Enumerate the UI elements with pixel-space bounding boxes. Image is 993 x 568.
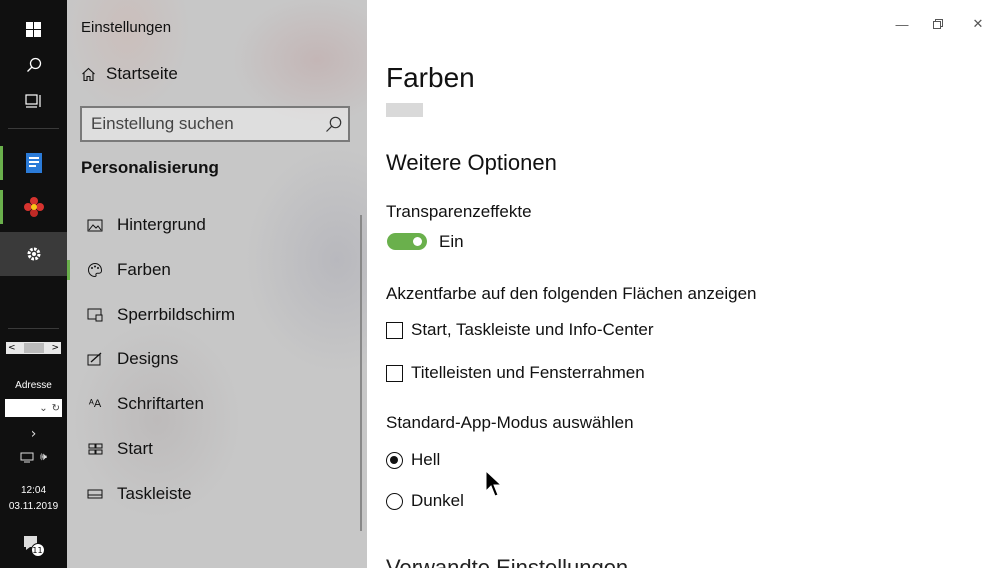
taskbar-app-flower[interactable] xyxy=(0,190,67,224)
checkbox-titlebars[interactable]: Titelleisten und Fensterrahmen xyxy=(386,363,645,383)
taskbar-app-document[interactable] xyxy=(0,146,67,180)
color-swatch[interactable] xyxy=(386,103,423,117)
checkbox-label: Titelleisten und Fensterrahmen xyxy=(411,363,645,382)
sidebar-item-farben[interactable]: Farben xyxy=(67,254,357,286)
font-icon: ᴬA xyxy=(88,398,102,410)
search-placeholder: Einstellung suchen xyxy=(91,114,234,133)
scroll-right-icon[interactable]: > xyxy=(51,343,59,353)
clock-time[interactable]: 12:04 xyxy=(0,483,67,497)
taskbar-icon xyxy=(87,489,103,499)
sidebar-item-designs[interactable]: Designs xyxy=(67,343,357,375)
sidebar-item-start[interactable]: Start xyxy=(67,433,357,465)
checkbox[interactable] xyxy=(386,321,403,339)
radio-label: Hell xyxy=(411,450,441,469)
taskbar-app-settings[interactable] xyxy=(0,232,67,276)
start-tiles-icon xyxy=(88,443,102,455)
minimize-icon: — xyxy=(895,16,909,32)
sidebar-item-label: Sperrbildschirm xyxy=(117,305,236,324)
address-label: Adresse xyxy=(15,379,52,391)
notification-badge: 11 xyxy=(30,543,45,557)
sidebar-item-label: Start xyxy=(117,439,153,458)
radio-dark[interactable]: Dunkel xyxy=(386,491,464,511)
search-icon[interactable] xyxy=(325,116,342,133)
address-field[interactable]: ⌄ ↻ xyxy=(0,399,67,417)
close-icon: ✕ xyxy=(972,16,984,31)
sidebar-item-label: Taskleiste xyxy=(117,484,192,503)
sidebar-item-label: Farben xyxy=(117,260,171,279)
gear-icon xyxy=(27,247,40,261)
toggle-knob xyxy=(413,237,422,246)
task-view-button[interactable] xyxy=(0,88,67,114)
search-icon xyxy=(26,57,41,72)
page-title: Farben xyxy=(386,62,475,93)
checkbox-start-taskbar[interactable]: Start, Taskleiste und Info-Center xyxy=(386,320,654,340)
transparency-toggle[interactable] xyxy=(387,233,427,250)
home-label: Startseite xyxy=(106,64,178,83)
document-app-icon xyxy=(25,153,42,173)
radio-light[interactable]: Hell xyxy=(386,450,440,470)
clock-date[interactable]: 03.11.2019 xyxy=(0,499,67,513)
settings-content: — ✕ Farben Weitere Optionen Transparenze… xyxy=(367,0,993,568)
close-button[interactable]: ✕ xyxy=(963,14,993,34)
sidebar-scrollbar[interactable] xyxy=(360,215,362,531)
flower-app-icon xyxy=(23,197,44,217)
picture-icon xyxy=(87,219,103,231)
windows-logo-icon xyxy=(26,21,41,37)
network-icon[interactable] xyxy=(20,451,34,463)
system-tray[interactable]: 🕪 xyxy=(0,448,67,466)
home-nav-item[interactable]: Startseite xyxy=(81,64,178,84)
restore-icon xyxy=(933,19,943,29)
section-title: Personalisierung xyxy=(81,158,219,177)
brush-icon xyxy=(87,352,102,366)
start-button[interactable] xyxy=(0,16,67,42)
transparency-label: Transparenzeffekte xyxy=(386,202,532,221)
action-center-button[interactable]: 11 xyxy=(0,533,67,559)
toggle-state-label: Ein xyxy=(439,232,464,251)
chevron-right-icon: › xyxy=(30,426,37,442)
search-button[interactable] xyxy=(0,52,67,78)
chevron-down-icon[interactable]: ⌄ xyxy=(39,403,47,414)
home-icon xyxy=(82,67,95,81)
accent-label: Akzentfarbe auf den folgenden Flächen an… xyxy=(386,284,757,303)
show-more-button[interactable]: › xyxy=(0,426,67,442)
palette-icon xyxy=(88,262,103,278)
sidebar-item-label: Schriftarten xyxy=(117,394,204,413)
radio-button[interactable] xyxy=(386,492,403,510)
refresh-icon[interactable]: ↻ xyxy=(52,403,60,414)
lock-screen-icon xyxy=(87,308,103,322)
checkbox-label: Start, Taskleiste und Info-Center xyxy=(411,320,654,339)
settings-sidebar: Einstellungen Startseite Einstellung suc… xyxy=(67,0,367,568)
task-view-icon xyxy=(24,94,41,108)
search-input[interactable]: Einstellung suchen xyxy=(80,106,350,142)
speaker-icon[interactable]: 🕪 xyxy=(40,450,47,464)
maximize-button[interactable] xyxy=(923,14,953,34)
app-mode-label: Standard-App-Modus auswählen xyxy=(386,413,634,432)
mouse-pointer-icon xyxy=(485,470,503,497)
sidebar-item-label: Hintergrund xyxy=(117,215,206,234)
app-title: Einstellungen xyxy=(81,19,172,36)
sidebar-item-hintergrund[interactable]: Hintergrund xyxy=(67,209,357,241)
related-settings-heading: Verwandte Einstellungen xyxy=(386,555,629,568)
sidebar-item-sperrbildschirm[interactable]: Sperrbildschirm xyxy=(67,299,357,331)
toolbar-scroll-buttons[interactable]: < > xyxy=(0,341,67,355)
checkbox[interactable] xyxy=(386,364,403,382)
sidebar-item-label: Designs xyxy=(117,349,179,368)
sidebar-item-schriftarten[interactable]: ᴬA Schriftarten xyxy=(67,388,357,420)
more-options-title: Weitere Optionen xyxy=(386,150,557,175)
radio-button-selected[interactable] xyxy=(386,451,403,469)
radio-label: Dunkel xyxy=(411,491,464,510)
scroll-left-icon[interactable]: < xyxy=(8,343,16,353)
sidebar-item-taskleiste[interactable]: Taskleiste xyxy=(67,478,357,510)
minimize-button[interactable]: — xyxy=(887,14,917,34)
taskbar: < > Adresse ⌄ ↻ › 🕪 12:04 03.11.2019 11 xyxy=(0,0,67,568)
